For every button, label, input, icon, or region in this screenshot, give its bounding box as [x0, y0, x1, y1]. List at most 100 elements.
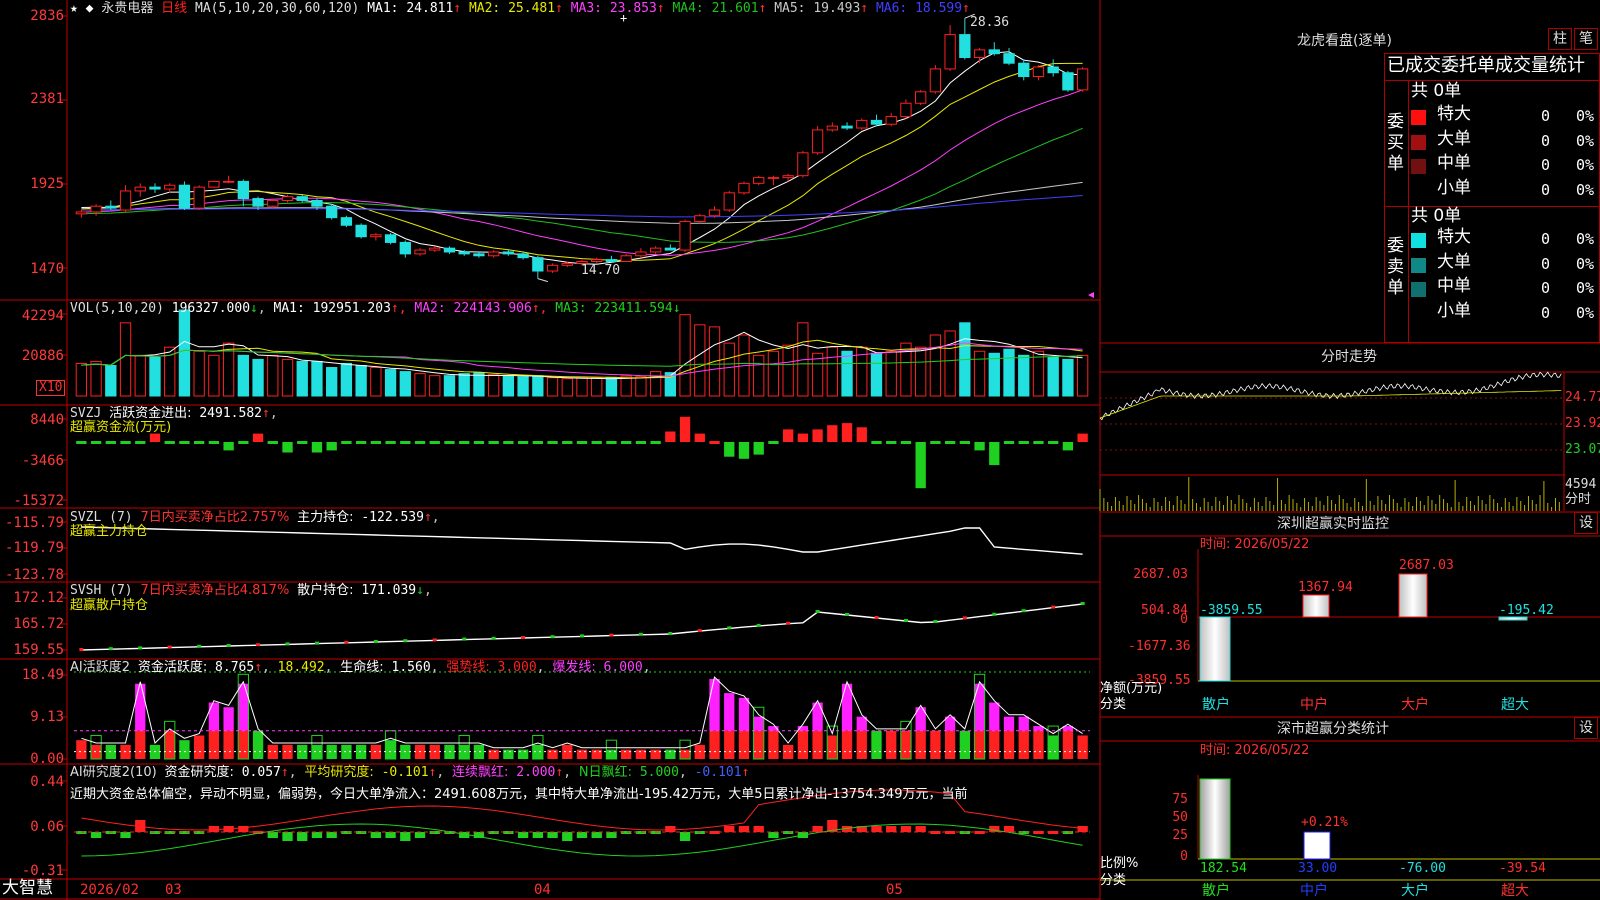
volume-bar: [767, 350, 780, 397]
svsh-panel-header: SVSH (7) 7日内买卖净占比4.817% 散户持仓: 171.039↓,: [70, 583, 432, 598]
ai-active-bar: [282, 744, 293, 759]
candle: [311, 199, 323, 207]
ai-active-bar: [738, 697, 750, 731]
svzj-bar: [547, 441, 558, 444]
svzj-bar: [871, 441, 882, 444]
tab-bar[interactable]: 柱: [1548, 28, 1572, 50]
svsh-tick: [962, 616, 967, 620]
ai-active-bar: [576, 749, 588, 759]
sc-settings-button[interactable]: 设: [1574, 717, 1598, 739]
order-percent: 0%: [1576, 303, 1595, 322]
candle: [370, 234, 382, 238]
candle: [149, 186, 161, 190]
svzj-bar: [223, 442, 234, 451]
svzj-bar: [635, 441, 647, 444]
ai-active-bar: [223, 707, 234, 731]
ai-active-bar: [959, 730, 970, 759]
svsh-tick: [167, 645, 172, 649]
volume-bar: [458, 373, 470, 397]
svzj-axis-label: 8440: [30, 412, 64, 428]
date-label: 2026/02: [80, 882, 140, 898]
date-label: 03: [165, 882, 182, 898]
intraday-title: 分时走势: [1321, 349, 1377, 365]
order-swatch: [1411, 134, 1426, 150]
candle: [1018, 62, 1030, 78]
ai-research-bar: [871, 826, 882, 832]
volume-bar: [1062, 358, 1074, 397]
order-count: 0: [1541, 230, 1551, 248]
sz-bar: [1199, 616, 1231, 682]
svsh-tick: [580, 634, 584, 638]
svzj-bar: [606, 441, 617, 444]
ai-research-bar: [532, 832, 543, 838]
candle: [252, 198, 264, 207]
candle: [414, 249, 426, 255]
candle: [208, 180, 220, 188]
svzj-bar: [444, 441, 455, 444]
high-price-label: 28.36: [970, 15, 1010, 30]
ai-active-bar: [621, 749, 632, 759]
svzj-bar: [194, 441, 205, 444]
ai-research-bar: [576, 832, 588, 838]
ai-active-bar: [1003, 730, 1015, 759]
svzl-axis-label: -115.79: [4, 515, 64, 531]
stock-name[interactable]: 永贵电器: [101, 1, 153, 16]
sz-bar-value: 1367.94: [1298, 580, 1353, 595]
candle: [620, 255, 632, 262]
ai-active-bar: [679, 749, 691, 759]
sc-axis-label: 50: [1172, 810, 1188, 825]
svzj-bar: [1048, 441, 1059, 444]
order-percent: 0%: [1576, 254, 1595, 273]
volume-bar: [841, 350, 853, 397]
star-icon[interactable]: ★ ◆: [70, 1, 93, 16]
ma-value: MA4: 21.601: [664, 1, 759, 16]
candle: [1032, 66, 1045, 78]
volume-bar: [311, 360, 323, 397]
volume-bar: [281, 358, 294, 397]
svsh-tick: [1051, 605, 1056, 609]
volume-bar: [443, 375, 456, 397]
sc-category: 散户: [1202, 883, 1230, 899]
ai-active-bar: [635, 749, 647, 759]
sc-bar: [1303, 831, 1331, 860]
volume-bar: [1018, 354, 1030, 397]
ai-research-bar: [385, 832, 396, 838]
sc-x-label: 分类: [1100, 873, 1127, 888]
ai-active-bar: [1033, 730, 1044, 759]
ai-active-bar: [724, 693, 735, 731]
candle: [399, 241, 411, 255]
ai-active-bar: [709, 730, 720, 759]
intraday-axis-label: 24.77: [1565, 390, 1600, 405]
svsh-tick: [933, 620, 938, 623]
svzj-bar: [297, 441, 308, 444]
volume-bar: [517, 376, 529, 397]
svzj-bar: [1062, 442, 1074, 451]
ai-active-bar: [208, 730, 220, 759]
ai-active-bar: [164, 730, 175, 759]
period-label[interactable]: 日线: [161, 1, 187, 16]
svzj-bar: [429, 441, 440, 444]
ai-research-bar: [591, 832, 602, 838]
ai-active-bar: [709, 679, 720, 731]
tab-tick[interactable]: 笔: [1574, 28, 1598, 50]
sc-pct-label: +0.21%: [1301, 815, 1348, 830]
sc-bar: [1199, 778, 1231, 860]
vol-ma-value: MA3: 223411.594: [555, 301, 673, 316]
svzj-bar: [517, 441, 529, 444]
candle: [738, 182, 750, 194]
sz-bar: [1398, 573, 1428, 618]
sc-bar-value: -76.00: [1399, 861, 1446, 876]
svzl-panel-header: SVZL (7) 7日内买卖净占比2.757% 主力持仓: -122.539↑,: [70, 510, 440, 525]
sz-settings-button[interactable]: 设: [1574, 512, 1598, 534]
ai-active-bar: [591, 749, 602, 759]
sc-category: 超大: [1501, 883, 1529, 899]
order-type: 大单: [1437, 128, 1471, 149]
svsh-tick: [638, 632, 643, 636]
volume-bar: [826, 346, 838, 397]
ai-research-bar: [267, 832, 278, 838]
order-type: 中单: [1437, 276, 1471, 296]
ai-research-bar: [915, 826, 926, 832]
ai-research-bar: [724, 826, 735, 832]
order-count: 0: [1541, 131, 1551, 150]
volume-bar: [296, 360, 308, 397]
